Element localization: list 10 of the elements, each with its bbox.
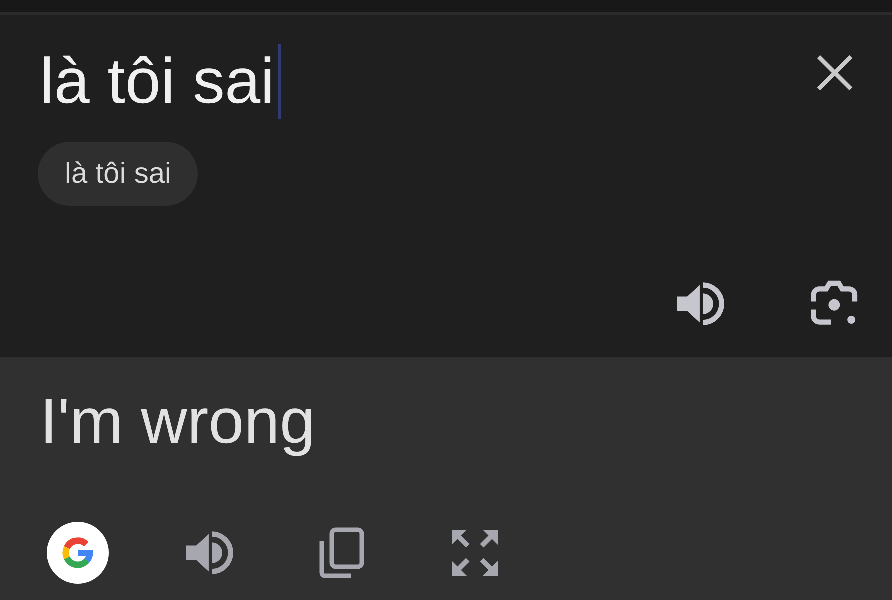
camera-icon[interactable] bbox=[810, 280, 860, 328]
close-icon[interactable] bbox=[816, 54, 854, 92]
translation-text: I'm wrong bbox=[40, 384, 316, 459]
expand-icon[interactable] bbox=[451, 529, 499, 577]
suggestion-chip[interactable]: là tôi sai bbox=[38, 142, 198, 206]
speaker-icon[interactable] bbox=[185, 531, 235, 575]
copy-icon[interactable] bbox=[319, 527, 365, 579]
g-logo-icon[interactable] bbox=[47, 522, 109, 584]
source-input-field[interactable]: là tôi sai bbox=[40, 42, 281, 120]
speaker-icon[interactable] bbox=[676, 282, 726, 326]
